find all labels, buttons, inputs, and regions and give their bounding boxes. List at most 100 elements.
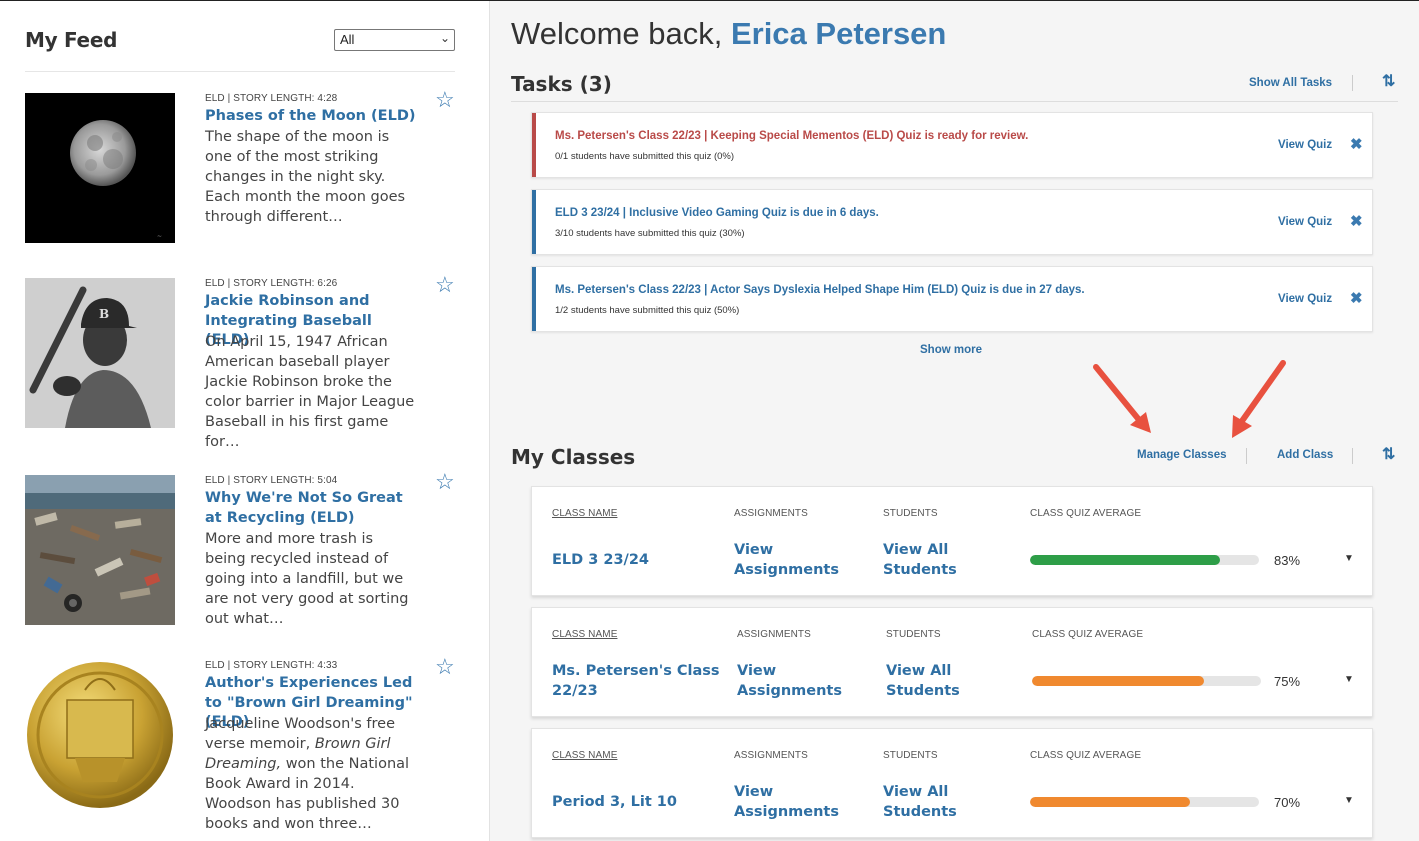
divider (1352, 75, 1353, 91)
task-card: Ms. Petersen's Class 22/23 | Actor Says … (531, 266, 1373, 332)
manage-classes-link[interactable]: Manage Classes (1137, 449, 1227, 461)
link-line: Assignments (734, 562, 839, 578)
class-name-link[interactable]: ELD 3 23/24 (552, 550, 649, 570)
story-summary: More and more trash is being recycled in… (205, 531, 409, 627)
assignments-header: ASSIGNMENTS (737, 629, 811, 640)
svg-text:~: ~ (157, 233, 162, 240)
quiz-average-fill (1032, 676, 1204, 686)
favorite-star-icon[interactable]: ☆ (435, 272, 455, 298)
tasks-title: Tasks (3) (511, 72, 612, 96)
link-line: Students (883, 562, 957, 578)
svg-text:B: B (99, 307, 109, 321)
class-quiz-average-header: CLASS QUIZ AVERAGE (1032, 629, 1144, 640)
task-accent-bar (532, 190, 536, 254)
feed-filter-value: All (340, 32, 355, 47)
story-thumbnail-baseball[interactable]: B (25, 278, 175, 428)
favorite-star-icon[interactable]: ☆ (435, 87, 455, 113)
link-line: View All (886, 663, 952, 679)
link-line: Students (886, 683, 960, 699)
welcome-prefix: Welcome back, (511, 16, 731, 51)
view-assignments-link[interactable]: View Assignments (734, 540, 839, 580)
view-assignments-link[interactable]: View Assignments (734, 782, 839, 822)
class-card: CLASS NAME ASSIGNMENTS STUDENTS CLASS QU… (531, 728, 1373, 838)
annotation-arrowhead (1232, 415, 1252, 438)
feed-panel: My Feed All ⌄ ~ ELD | STORY LENGTH: 4:28… (0, 1, 490, 841)
class-name-header[interactable]: CLASS NAME (552, 750, 617, 761)
task-subtitle: 1/2 students have submitted this quiz (5… (555, 305, 740, 316)
feed-title: My Feed (25, 28, 118, 52)
story-meta: ELD | STORY LENGTH: 4:33 (205, 660, 338, 671)
class-card: CLASS NAME ASSIGNMENTS STUDENTS CLASS QU… (531, 607, 1373, 717)
class-name-header[interactable]: CLASS NAME (552, 508, 617, 519)
link-line: Ms. Petersen's Class (552, 663, 720, 679)
annotation-arrow-add (1239, 360, 1286, 424)
favorite-star-icon[interactable]: ☆ (435, 654, 455, 680)
task-subtitle: 3/10 students have submitted this quiz (… (555, 228, 745, 239)
quiz-average-progress (1030, 555, 1259, 565)
add-class-link[interactable]: Add Class (1277, 449, 1333, 461)
story-summary: Jacqueline Woodson's free verse memoir, … (205, 714, 415, 834)
tasks-divider (511, 101, 1398, 102)
view-all-students-link[interactable]: View All Students (883, 782, 957, 822)
feed-filter-select[interactable]: All ⌄ (334, 29, 455, 51)
class-quiz-average-header: CLASS QUIZ AVERAGE (1030, 750, 1142, 761)
annotation-arrow-manage (1093, 364, 1143, 424)
feed-divider (25, 71, 455, 72)
assignments-header: ASSIGNMENTS (734, 508, 808, 519)
favorite-star-icon[interactable]: ☆ (435, 469, 455, 495)
my-classes-title: My Classes (511, 445, 636, 469)
students-header: STUDENTS (883, 508, 938, 519)
story-summary: On April 15, 1947 African American baseb… (205, 334, 415, 450)
divider (1246, 448, 1247, 464)
students-header: STUDENTS (886, 629, 941, 640)
link-line: View (734, 542, 774, 558)
view-all-students-link[interactable]: View All Students (883, 540, 957, 580)
story-summary: The shape of the moon is one of the most… (205, 129, 406, 225)
divider (1352, 448, 1353, 464)
story-thumbnail-moon[interactable]: ~ (25, 93, 175, 243)
assignments-header: ASSIGNMENTS (734, 750, 808, 761)
sort-icon[interactable]: ⇅ (1382, 71, 1395, 91)
quiz-average-fill (1030, 797, 1191, 807)
expand-caret-icon[interactable]: ▼ (1344, 674, 1354, 685)
story-thumbnail-recycling[interactable] (25, 475, 175, 625)
close-icon[interactable]: ✖ (1350, 212, 1363, 230)
quiz-average-fill (1030, 555, 1221, 565)
view-assignments-link[interactable]: View Assignments (737, 661, 842, 701)
task-card: ELD 3 23/24 | Inclusive Video Gaming Qui… (531, 189, 1373, 255)
view-all-students-link[interactable]: View All Students (886, 661, 960, 701)
class-name-header[interactable]: CLASS NAME (552, 629, 617, 640)
view-quiz-link[interactable]: View Quiz (1278, 139, 1332, 151)
view-quiz-link[interactable]: View Quiz (1278, 216, 1332, 228)
quiz-average-progress (1030, 797, 1259, 807)
expand-caret-icon[interactable]: ▼ (1344, 553, 1354, 564)
task-title: ELD 3 23/24 | Inclusive Video Gaming Qui… (555, 207, 879, 219)
view-quiz-link[interactable]: View Quiz (1278, 293, 1332, 305)
class-name-link[interactable]: Ms. Petersen's Class 22/23 (552, 661, 720, 701)
expand-caret-icon[interactable]: ▼ (1344, 795, 1354, 806)
quiz-average-value: 75% (1274, 674, 1301, 689)
story-title-link[interactable]: Why We're Not So Great at Recycling (ELD… (205, 489, 420, 528)
show-all-tasks-link[interactable]: Show All Tasks (1249, 77, 1332, 89)
link-line: View (737, 663, 777, 679)
link-line: Assignments (737, 683, 842, 699)
story-meta: ELD | STORY LENGTH: 6:26 (205, 278, 338, 289)
link-line: 22/23 (552, 683, 598, 699)
annotation-arrowhead (1130, 412, 1151, 433)
close-icon[interactable]: ✖ (1350, 135, 1363, 153)
close-icon[interactable]: ✖ (1350, 289, 1363, 307)
link-line: Assignments (734, 804, 839, 820)
story-meta: ELD | STORY LENGTH: 4:28 (205, 93, 338, 104)
story-thumbnail-newbery-medal[interactable] (25, 660, 175, 810)
task-accent-bar (532, 113, 536, 177)
show-more-link[interactable]: Show more (920, 344, 982, 356)
class-name-link[interactable]: Period 3, Lit 10 (552, 792, 677, 812)
students-header: STUDENTS (883, 750, 938, 761)
sort-icon[interactable]: ⇅ (1382, 444, 1395, 464)
task-accent-bar (532, 267, 536, 331)
task-subtitle: 0/1 students have submitted this quiz (0… (555, 151, 735, 162)
story-meta: ELD | STORY LENGTH: 5:04 (205, 475, 338, 486)
story-title-link[interactable]: Phases of the Moon (ELD) (205, 107, 420, 127)
task-title: Ms. Petersen's Class 22/23 | Keeping Spe… (555, 130, 1029, 142)
teacher-name: Erica Petersen (730, 16, 947, 51)
